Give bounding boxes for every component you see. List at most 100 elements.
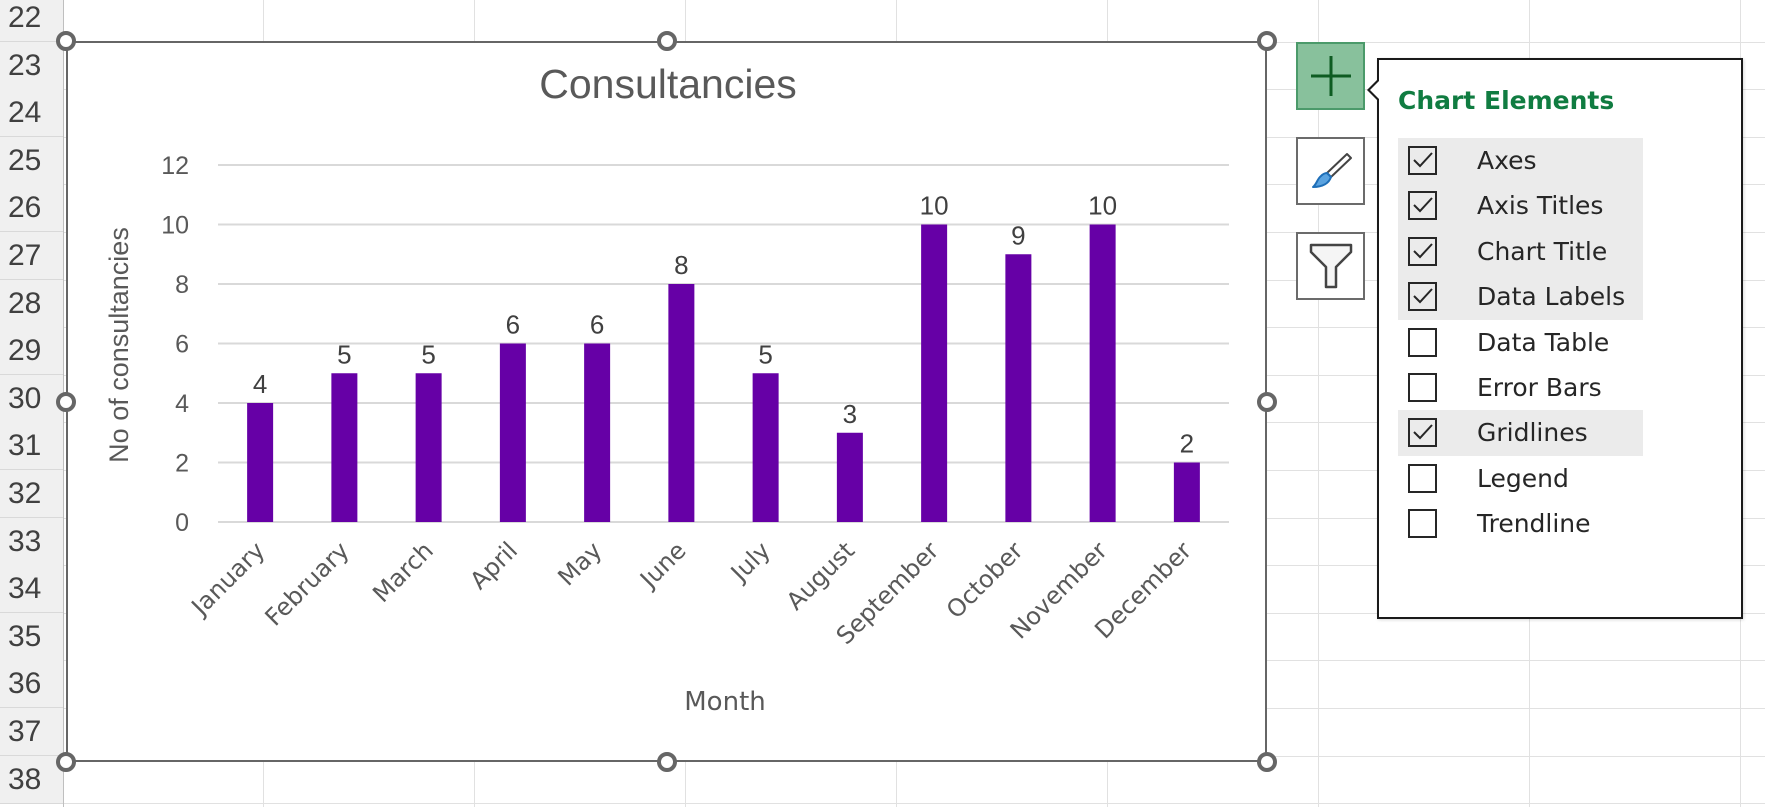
resize-handle-bottom-right[interactable] [1257,752,1277,772]
chart-elements-button[interactable] [1296,42,1365,110]
y-tick-label: 2 [175,450,189,478]
checkbox-checked[interactable] [1408,146,1437,175]
resize-handle-top-middle[interactable] [657,31,677,51]
x-tick-label: April [465,536,524,595]
chart-gridlines [218,164,1229,523]
row-gridline [64,803,1765,804]
row-header[interactable]: 25 [0,136,63,185]
data-label[interactable]: 5 [758,339,772,369]
bar-march[interactable] [415,373,442,522]
row-header[interactable]: 27 [0,232,63,280]
checkbox-unchecked[interactable] [1408,327,1437,357]
chart-element-label: Trendline [1477,509,1591,539]
row-header[interactable]: 37 [0,708,63,756]
chart-elements-panel: Chart Elements Axes Axis Titles Chart Titl… [1367,58,1743,619]
y-tick-label: 8 [175,271,189,299]
chart-element-axis-titles[interactable]: Axis Titles [1398,183,1643,229]
checkbox-unchecked[interactable] [1408,463,1437,493]
data-label[interactable]: 5 [421,339,435,369]
chart-bars [247,224,1200,523]
checkbox-checked[interactable] [1408,236,1437,266]
x-axis-ticks: JanuaryFebruary March April May June July Augu… [185,536,1197,650]
row-header[interactable]: 26 [0,184,63,233]
chart-element-axes[interactable]: Axes [1398,138,1643,184]
bar-october[interactable] [1005,254,1032,522]
row-header[interactable]: 38 [0,755,63,804]
row-header[interactable]: 23 [0,41,63,90]
chart-styles-button[interactable] [1296,137,1365,205]
checkbox-checked[interactable] [1408,191,1437,221]
chart-element-error-bars[interactable]: Error Bars [1398,365,1643,410]
checkmark-icon [1413,288,1433,304]
y-axis-title[interactable]: No of consultancies [104,227,134,463]
y-tick-label: 0 [175,509,189,537]
checkmark-icon [1413,424,1433,440]
checkbox-checked[interactable] [1408,282,1437,312]
bar-july[interactable] [752,373,779,522]
bar-april[interactable] [499,343,526,523]
chart-element-label: Axis Titles [1477,191,1604,221]
chart-element-data-labels[interactable]: Data Labels [1398,274,1643,320]
row-header[interactable]: 30 [0,374,63,423]
data-label[interactable]: 4 [253,369,267,399]
chart-element-label: Legend [1477,463,1569,493]
checkbox-unchecked[interactable] [1408,373,1437,402]
row-header[interactable]: 35 [0,612,63,661]
data-label[interactable]: 6 [506,310,520,340]
row-header[interactable]: 22 [0,0,63,42]
resize-handle-bottom-left[interactable] [56,752,76,772]
row-header[interactable]: 28 [0,279,63,328]
bar-september[interactable] [921,224,948,523]
y-tick-label: 12 [161,152,189,180]
bar-february[interactable] [331,373,358,522]
panel-title: Chart Elements [1398,86,1615,115]
data-label[interactable]: 3 [843,399,857,429]
chart-element-gridlines[interactable]: Gridlines [1398,410,1643,456]
chart-element-chart-title[interactable]: Chart Title [1398,228,1643,275]
row-header[interactable]: 36 [0,660,63,709]
chart-object[interactable]: 4 5 5 6 6 8 5 3 10 9 10 2 0 2 4 6 8 10 12 January February… [66,41,1267,762]
y-tick-label: 4 [175,390,189,418]
chart-element-label: Data Labels [1477,282,1626,312]
checkbox-checked[interactable] [1408,418,1437,448]
resize-handle-middle-right[interactable] [1257,392,1277,412]
bar-december[interactable] [1173,462,1200,523]
data-label[interactable]: 8 [674,250,688,280]
data-label[interactable]: 6 [590,310,604,340]
y-axis-ticks: 0 2 4 6 8 10 12 [161,152,189,537]
row-header[interactable]: 32 [0,470,63,518]
chart-element-label: Error Bars [1477,373,1602,402]
chart-element-label: Chart Title [1477,236,1608,266]
checkmark-icon [1413,152,1433,168]
data-label[interactable]: 5 [337,339,351,369]
bar-november[interactable] [1089,224,1116,523]
row-header[interactable]: 24 [0,89,63,138]
resize-handle-top-left[interactable] [56,31,76,51]
x-axis-title[interactable]: Month [684,687,766,717]
row-header[interactable]: 29 [0,327,63,376]
x-tick-label: August [781,536,860,615]
data-label[interactable]: 2 [1180,429,1194,459]
resize-handle-bottom-middle[interactable] [657,752,677,772]
data-label[interactable]: 9 [1011,220,1025,250]
bar-may[interactable] [584,343,611,523]
bar-january[interactable] [247,403,274,522]
checkbox-unchecked[interactable] [1408,509,1437,539]
resize-handle-middle-left[interactable] [56,392,76,412]
row-header[interactable]: 33 [0,517,63,566]
chart-element-data-table[interactable]: Data Table [1398,320,1643,365]
bar-august[interactable] [836,432,863,522]
resize-handle-top-right[interactable] [1257,31,1277,51]
plus-icon [1310,56,1351,96]
chart-title[interactable]: Consultancies [539,61,797,107]
chart-element-legend[interactable]: Legend [1398,456,1643,501]
bar-june[interactable] [668,284,695,522]
row-header[interactable]: 34 [0,565,63,614]
row-header[interactable]: 31 [0,422,63,471]
chart-element-trendline[interactable]: Trendline [1398,501,1643,546]
data-label[interactable]: 10 [1088,191,1117,221]
x-tick-label: July [724,536,776,588]
data-label[interactable]: 10 [920,191,949,221]
chart-filters-button[interactable] [1296,232,1365,300]
x-tick-label: March [367,536,439,608]
